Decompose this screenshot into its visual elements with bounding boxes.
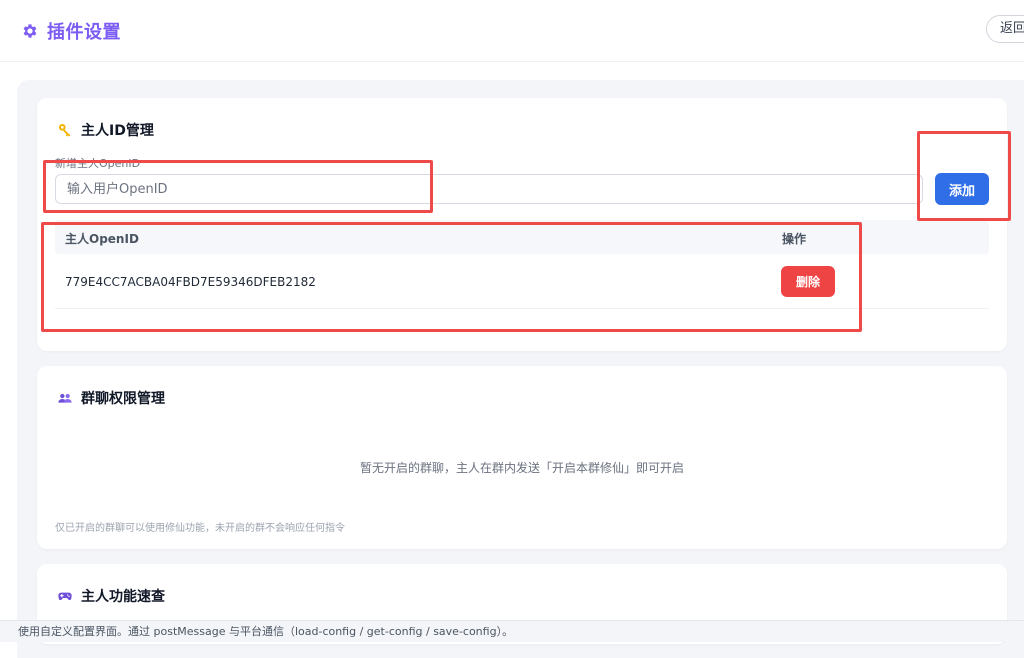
- gear-icon: [23, 24, 37, 38]
- column-header-action: 操作: [782, 232, 807, 246]
- owner-card-title: 主人ID管理: [81, 123, 154, 139]
- add-owner-button[interactable]: 添加: [935, 173, 989, 205]
- users-icon: [58, 393, 72, 403]
- owner-openid-cell: 779E4CC7ACBA04FBD7E59346DFEB2182: [65, 275, 316, 289]
- group-permission-card: 群聊权限管理 暂无开启的群聊，主人在群内发送「开启本群修仙」即可开启 仅已开启的…: [37, 366, 1007, 549]
- delete-owner-button[interactable]: 删除: [781, 266, 835, 297]
- owner-card-header: 主人ID管理: [57, 120, 154, 140]
- top-bar: 插件设置 返回: [0, 0, 1024, 62]
- footer-note: 使用自定义配置界面。通过 postMessage 与平台通信（load-conf…: [0, 620, 1024, 642]
- back-button[interactable]: 返回: [986, 15, 1024, 43]
- key-icon: [59, 124, 71, 137]
- quick-card-header: 主人功能速查: [57, 586, 165, 606]
- page-title: 插件设置: [47, 22, 121, 43]
- owner-table-header: 主人OpenID 操作: [55, 220, 989, 254]
- openid-field-label: 新增主人OpenID: [55, 157, 141, 170]
- title-group: 插件设置: [21, 18, 121, 44]
- column-header-openid: 主人OpenID: [65, 232, 139, 246]
- quick-card-title: 主人功能速查: [81, 589, 165, 605]
- group-card-header: 群聊权限管理: [57, 388, 165, 408]
- owner-id-card: 主人ID管理 新增主人OpenID 添加 主人OpenID 操作 779E4CC…: [37, 98, 1007, 351]
- gamepad-icon: [58, 592, 72, 601]
- table-row: 779E4CC7ACBA04FBD7E59346DFEB2182 删除: [55, 255, 989, 309]
- openid-input[interactable]: [55, 174, 923, 204]
- group-card-title: 群聊权限管理: [81, 391, 165, 407]
- empty-groups-message: 暂无开启的群聊，主人在群内发送「开启本群修仙」即可开启: [359, 461, 684, 475]
- group-hint: 仅已开启的群聊可以使用修仙功能，未开启的群不会响应任何指令: [55, 523, 345, 534]
